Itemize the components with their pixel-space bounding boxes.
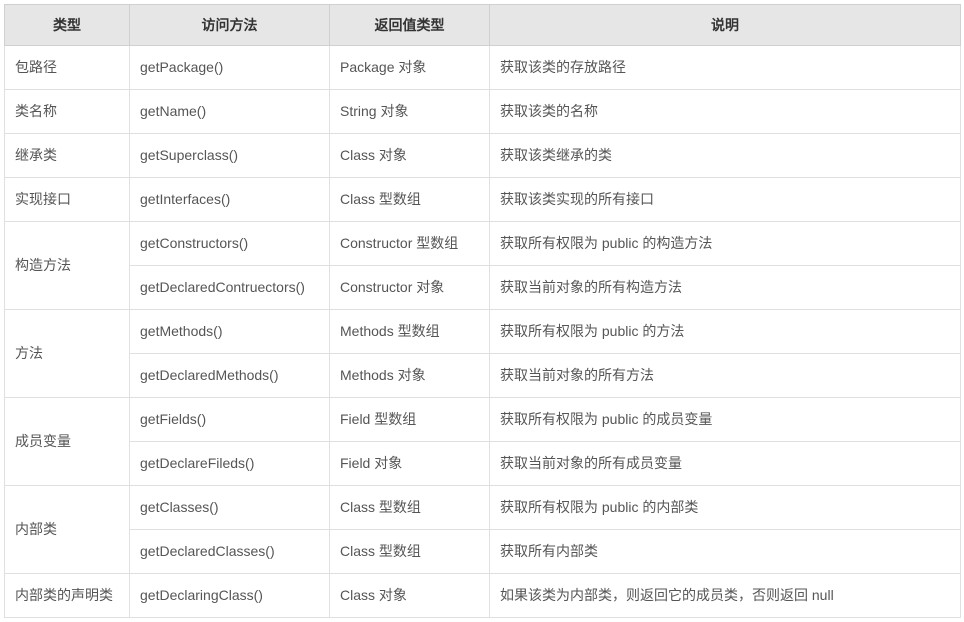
cell-desc: 如果该类为内部类，则返回它的成员类，否则返回 null xyxy=(490,574,961,618)
cell-return: Class 对象 xyxy=(330,574,490,618)
cell-return: String 对象 xyxy=(330,90,490,134)
cell-desc: 获取所有权限为 public 的内部类 xyxy=(490,486,961,530)
cell-method: getMethods() xyxy=(130,310,330,354)
table-body: 包路径getPackage()Package 对象获取该类的存放路径类名称get… xyxy=(5,46,961,618)
reflection-api-table: 类型 访问方法 返回值类型 说明 包路径getPackage()Package … xyxy=(4,4,961,618)
header-desc: 说明 xyxy=(490,5,961,46)
cell-method: getClasses() xyxy=(130,486,330,530)
cell-type: 构造方法 xyxy=(5,222,130,310)
cell-type: 方法 xyxy=(5,310,130,398)
table-row: 继承类getSuperclass()Class 对象获取该类继承的类 xyxy=(5,134,961,178)
table-row: 类名称getName()String 对象获取该类的名称 xyxy=(5,90,961,134)
cell-method: getPackage() xyxy=(130,46,330,90)
cell-method: getDeclaredClasses() xyxy=(130,530,330,574)
table-row: getDeclareFileds()Field 对象获取当前对象的所有成员变量 xyxy=(5,442,961,486)
table-row: 内部类getClasses()Class 型数组获取所有权限为 public 的… xyxy=(5,486,961,530)
cell-return: Constructor 对象 xyxy=(330,266,490,310)
table-row: 内部类的声明类getDeclaringClass()Class 对象如果该类为内… xyxy=(5,574,961,618)
table-row: 成员变量getFields()Field 型数组获取所有权限为 public 的… xyxy=(5,398,961,442)
cell-method: getDeclaredContruectors() xyxy=(130,266,330,310)
cell-desc: 获取当前对象的所有构造方法 xyxy=(490,266,961,310)
cell-return: Class 型数组 xyxy=(330,178,490,222)
cell-type: 成员变量 xyxy=(5,398,130,486)
cell-return: Class 对象 xyxy=(330,134,490,178)
cell-return: Field 对象 xyxy=(330,442,490,486)
cell-type: 继承类 xyxy=(5,134,130,178)
cell-desc: 获取当前对象的所有成员变量 xyxy=(490,442,961,486)
cell-method: getDeclaringClass() xyxy=(130,574,330,618)
table-row: 包路径getPackage()Package 对象获取该类的存放路径 xyxy=(5,46,961,90)
cell-method: getSuperclass() xyxy=(130,134,330,178)
cell-desc: 获取该类的存放路径 xyxy=(490,46,961,90)
cell-desc: 获取所有权限为 public 的构造方法 xyxy=(490,222,961,266)
table-row: 构造方法getConstructors()Constructor 型数组获取所有… xyxy=(5,222,961,266)
table-row: 方法getMethods()Methods 型数组获取所有权限为 public … xyxy=(5,310,961,354)
cell-return: Constructor 型数组 xyxy=(330,222,490,266)
cell-return: Package 对象 xyxy=(330,46,490,90)
cell-type: 包路径 xyxy=(5,46,130,90)
cell-return: Methods 对象 xyxy=(330,354,490,398)
cell-desc: 获取当前对象的所有方法 xyxy=(490,354,961,398)
header-type: 类型 xyxy=(5,5,130,46)
cell-desc: 获取该类的名称 xyxy=(490,90,961,134)
cell-type: 类名称 xyxy=(5,90,130,134)
cell-method: getConstructors() xyxy=(130,222,330,266)
cell-desc: 获取该类继承的类 xyxy=(490,134,961,178)
cell-method: getInterfaces() xyxy=(130,178,330,222)
cell-return: Class 型数组 xyxy=(330,486,490,530)
table-row: getDeclaredClasses()Class 型数组获取所有内部类 xyxy=(5,530,961,574)
cell-type: 内部类 xyxy=(5,486,130,574)
cell-method: getDeclaredMethods() xyxy=(130,354,330,398)
header-method: 访问方法 xyxy=(130,5,330,46)
cell-method: getDeclareFileds() xyxy=(130,442,330,486)
table-row: getDeclaredContruectors()Constructor 对象获… xyxy=(5,266,961,310)
cell-return: Class 型数组 xyxy=(330,530,490,574)
cell-desc: 获取所有权限为 public 的方法 xyxy=(490,310,961,354)
cell-return: Methods 型数组 xyxy=(330,310,490,354)
header-return: 返回值类型 xyxy=(330,5,490,46)
cell-method: getName() xyxy=(130,90,330,134)
cell-type: 实现接口 xyxy=(5,178,130,222)
cell-method: getFields() xyxy=(130,398,330,442)
cell-type: 内部类的声明类 xyxy=(5,574,130,618)
table-row: 实现接口getInterfaces()Class 型数组获取该类实现的所有接口 xyxy=(5,178,961,222)
cell-desc: 获取所有内部类 xyxy=(490,530,961,574)
cell-return: Field 型数组 xyxy=(330,398,490,442)
table-row: getDeclaredMethods()Methods 对象获取当前对象的所有方… xyxy=(5,354,961,398)
cell-desc: 获取所有权限为 public 的成员变量 xyxy=(490,398,961,442)
cell-desc: 获取该类实现的所有接口 xyxy=(490,178,961,222)
table-header-row: 类型 访问方法 返回值类型 说明 xyxy=(5,5,961,46)
